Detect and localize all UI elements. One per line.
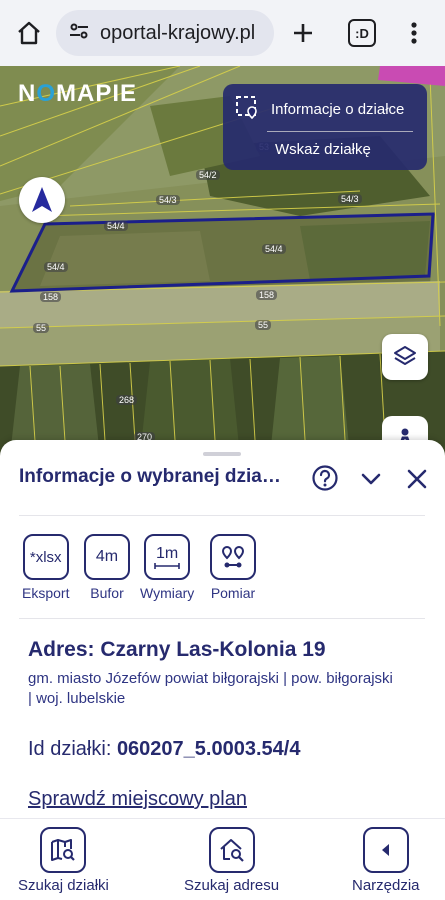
address-bar[interactable]: oportal-krajowy.pl (56, 10, 274, 56)
home-icon[interactable] (14, 18, 44, 48)
select-area-pin-icon (235, 95, 259, 124)
nav-tools[interactable]: Narzędzia (352, 827, 420, 894)
buffer-button[interactable]: 4m Bufor (84, 534, 130, 601)
chevron-down-icon[interactable] (358, 466, 384, 492)
buffer-icon: 4m (84, 534, 130, 580)
parcel-admin-units: gm. miasto Józefów powiat biłgorajski | … (28, 670, 393, 707)
compass-navigation-icon[interactable] (19, 177, 65, 223)
na-mapie-logo[interactable]: NOMAPIE (18, 80, 137, 108)
drag-handle[interactable] (203, 452, 241, 456)
tabs-icon[interactable]: :D (348, 19, 376, 47)
divider (19, 515, 425, 516)
nav-label: Szukaj działki (18, 877, 109, 894)
plot-label: 54/4 (44, 262, 68, 272)
nav-search-parcel[interactable]: Szukaj działki (18, 827, 109, 894)
new-tab-plus-icon[interactable] (288, 18, 318, 48)
tool-label: Pomiar (210, 585, 256, 601)
info-divider (267, 131, 413, 132)
parcel-details-sheet: Informacje o wybranej działce *xlsx Eksp… (0, 440, 445, 818)
tool-label: Eksport (22, 585, 70, 601)
layers-button[interactable] (382, 334, 428, 380)
xlsx-icon: *xlsx (22, 534, 69, 580)
nav-label: Narzędzia (352, 877, 420, 894)
measure-button[interactable]: Pomiar (210, 534, 256, 601)
divider (19, 618, 425, 619)
parcel-info-button[interactable]: Informacje o działce (235, 95, 404, 124)
dimensions-icon: 1m (144, 534, 191, 580)
app-root: oportal-krajowy.pl :D 54/2 54/3 54/3 54/… (0, 0, 445, 900)
parcel-address: Adres: Czarny Las-Kolonia 19 (28, 638, 326, 661)
parcel-info-label: Informacje o działce (271, 101, 405, 118)
plot-label: 54/4 (262, 244, 286, 254)
sheet-title: Informacje o wybranej działce (19, 466, 281, 487)
help-icon[interactable] (311, 464, 339, 492)
plot-label: 55 (33, 323, 50, 333)
parcel-id-label: Id działki: (28, 738, 112, 760)
nav-search-address[interactable]: Szukaj adresu (184, 827, 279, 894)
parcel-id-value: 060207_5.0003.54/4 (116, 738, 301, 760)
map-view[interactable]: 54/2 54/3 54/3 54/4 54/4 54/4 158 158 55… (0, 66, 445, 456)
nav-label: Szukaj adresu (184, 877, 280, 894)
url-text: oportal-krajowy.pl (100, 21, 256, 44)
plot-label: 54/3 (156, 195, 180, 205)
parcel-info-panel: Informacje o działce Wskaż działkę (223, 84, 427, 170)
bottom-navigation: Szukaj działki Szukaj adresu Narzędzia (0, 818, 445, 900)
close-icon[interactable] (404, 466, 430, 492)
map-search-icon (40, 827, 87, 873)
caret-left-icon (362, 827, 409, 873)
browser-toolbar: oportal-krajowy.pl :D (0, 0, 445, 66)
plot-label: 55 (255, 320, 272, 330)
plot-label: 158 (40, 292, 62, 302)
layers-icon (394, 346, 416, 365)
site-settings-icon[interactable] (68, 20, 90, 47)
plot-label: 158 (256, 290, 278, 300)
dimensions-button[interactable]: 1m Wymiary (140, 534, 194, 601)
show-parcel-button[interactable]: Wskaż działkę (275, 141, 371, 158)
more-vert-icon[interactable] (404, 18, 424, 48)
plot-label: 54/4 (104, 221, 128, 231)
tool-label: Wymiary (140, 585, 195, 601)
parcel-id-row: Id działki: 060207_5.0003.54/4 (28, 738, 300, 761)
plot-label: 54/2 (196, 170, 220, 180)
local-plan-link[interactable]: Sprawdź miejscowy plan (28, 788, 247, 811)
plot-label: 54/3 (338, 194, 362, 204)
home-search-icon (208, 827, 255, 873)
export-xlsx-button[interactable]: *xlsx Eksport (22, 534, 69, 601)
tool-label: Bufor (90, 585, 124, 601)
plot-label: 268 (116, 395, 138, 405)
route-pins-icon (210, 534, 256, 580)
